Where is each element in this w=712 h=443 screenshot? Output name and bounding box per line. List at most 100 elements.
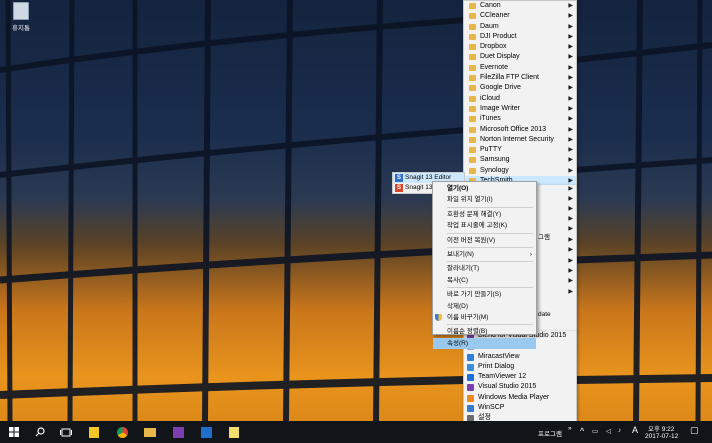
context-restore-versions[interactable]: 이전 버전 복원(V) bbox=[433, 235, 536, 246]
printer-icon bbox=[467, 363, 474, 371]
menu-item-dji-product[interactable]: DJI Product ▶ bbox=[464, 32, 576, 42]
desktop-wallpaper bbox=[0, 0, 712, 443]
menu-item-visual-studio[interactable]: Visual Studio 2015 bbox=[464, 382, 576, 392]
menu-item-synology[interactable]: Synology ▶ bbox=[464, 166, 576, 176]
context-create-shortcut[interactable]: 바로 가기 만들기(S) bbox=[433, 289, 536, 300]
menu-item-icloud[interactable]: iCloud ▶ bbox=[464, 94, 576, 104]
submenu-arrow-icon: ▶ bbox=[568, 216, 573, 222]
submenu-arrow-icon: ▶ bbox=[568, 23, 573, 30]
submenu-arrow-icon: ▶ bbox=[568, 247, 573, 253]
submenu-arrow-icon: ▶ bbox=[568, 147, 573, 154]
submenu-arrow-icon: ▶ bbox=[568, 167, 573, 174]
speaker-icon[interactable]: ♪ bbox=[618, 427, 621, 434]
shield-icon bbox=[435, 313, 442, 321]
submenu-arrow-icon: ▶ bbox=[568, 75, 573, 82]
sound-icon[interactable]: ◁ bbox=[606, 427, 611, 435]
submenu-arrow-icon: ▶ bbox=[568, 136, 573, 143]
menu-item-itunes[interactable]: iTunes ▶ bbox=[464, 114, 576, 124]
submenu-arrow-icon: ▶ bbox=[568, 278, 573, 284]
menu-item-image-writer[interactable]: Image Writer ▶ bbox=[464, 104, 576, 114]
submenu-arrow-icon: ▶ bbox=[568, 33, 573, 40]
menu-item-duet-display[interactable]: Duet Display ▶ bbox=[464, 52, 576, 62]
chevron-double-icon[interactable]: » bbox=[568, 425, 572, 432]
submenu-arrow-icon: ▶ bbox=[568, 126, 573, 133]
windows-logo-icon bbox=[9, 427, 19, 437]
submenu-arrow-icon: ▶ bbox=[568, 206, 573, 212]
context-troubleshoot[interactable]: 호환성 문제 해결(Y) bbox=[433, 209, 536, 220]
teamviewer-icon bbox=[467, 374, 474, 382]
taskbar-file-explorer[interactable] bbox=[138, 421, 162, 443]
folder-icon bbox=[469, 3, 476, 9]
menu-item-filezilla[interactable]: FileZilla FTP Client ▶ bbox=[464, 73, 576, 83]
menu-item-dropbox[interactable]: Dropbox ▶ bbox=[464, 42, 576, 52]
menu-item-google-drive[interactable]: Google Drive ▶ bbox=[464, 83, 576, 93]
submenu-arrow-icon: ▶ bbox=[568, 116, 573, 123]
menu-separator bbox=[447, 232, 533, 234]
taskbar-chrome[interactable] bbox=[110, 421, 134, 443]
programs-toolbar-label[interactable]: 프로그램 bbox=[538, 428, 562, 438]
chevron-up-icon[interactable]: ^ bbox=[580, 426, 584, 436]
submenu-arrow-icon: ▶ bbox=[568, 54, 573, 61]
context-menu: 열기(O) 파일 위치 열기(I) 호환성 문제 해결(Y) 작업 표시줄에 고… bbox=[432, 181, 537, 350]
menu-item-windows-media-player[interactable]: Windows Media Player bbox=[464, 393, 576, 403]
taskbar: 프로그램 » ^ ▭ ◁ ♪ A 오후 9:22 2017-07-12 ▢ bbox=[0, 421, 712, 443]
folder-icon bbox=[469, 116, 476, 123]
folder-icon bbox=[469, 64, 476, 71]
folder-icon bbox=[469, 85, 476, 92]
media-player-icon bbox=[467, 394, 474, 402]
submenu-arrow-icon: ▶ bbox=[568, 237, 573, 243]
menu-item-print-dialog[interactable]: Print Dialog bbox=[464, 362, 576, 372]
visual-studio-icon bbox=[467, 384, 474, 392]
winscp-icon bbox=[467, 405, 474, 413]
submenu-arrow-icon: ▶ bbox=[568, 289, 573, 295]
folder-icon bbox=[469, 167, 476, 174]
recycle-bin-icon[interactable]: 휴지통 bbox=[4, 2, 38, 32]
menu-item-office-2013[interactable]: Microsoft Office 2013 ▶ bbox=[464, 125, 576, 135]
context-open[interactable]: 열기(O) bbox=[433, 183, 536, 194]
taskbar-notes[interactable] bbox=[222, 421, 246, 443]
submenu-arrow-icon: ▶ bbox=[568, 186, 573, 192]
context-properties[interactable]: 속성(R) bbox=[433, 337, 536, 350]
context-copy[interactable]: 복사(C) bbox=[433, 275, 536, 286]
menu-separator bbox=[447, 206, 533, 208]
menu-item-teamviewer[interactable]: TeamViewer 12 bbox=[464, 372, 576, 382]
context-open-location[interactable]: 파일 위치 열기(I) bbox=[433, 194, 536, 205]
partial-label-update: date bbox=[538, 311, 551, 318]
note-icon bbox=[229, 426, 239, 438]
folder-icon bbox=[469, 33, 476, 40]
submenu-arrow-icon: ▶ bbox=[568, 105, 573, 112]
start-button[interactable] bbox=[2, 421, 26, 443]
clock-date[interactable]: 2017-07-12 bbox=[645, 433, 678, 440]
folder-icon bbox=[469, 13, 476, 20]
taskbar-visual-studio[interactable] bbox=[166, 421, 190, 443]
clock-time[interactable]: 오후 9:22 bbox=[648, 423, 674, 433]
search-button[interactable] bbox=[28, 421, 52, 443]
task-view-button[interactable] bbox=[54, 421, 78, 443]
menu-item-ccleaner[interactable]: CCleaner ▶ bbox=[464, 11, 576, 21]
menu-item-winscp[interactable]: WinSCP bbox=[464, 403, 576, 413]
menu-item-putty[interactable]: PuTTY ▶ bbox=[464, 145, 576, 155]
context-sort-by-name[interactable]: 이름순 정렬(B) bbox=[433, 326, 536, 337]
partial-label-programs: 그램 bbox=[538, 234, 550, 241]
snagit-editor-icon: S bbox=[395, 174, 403, 182]
context-cut[interactable]: 잘라내기(T) bbox=[433, 263, 536, 274]
taskbar-outlook[interactable] bbox=[194, 421, 218, 443]
context-pin-taskbar[interactable]: 작업 표시줄에 고정(K) bbox=[433, 220, 536, 231]
notification-icon[interactable]: ▢ bbox=[690, 425, 699, 436]
ime-indicator[interactable]: A bbox=[632, 425, 638, 435]
miracast-icon bbox=[467, 353, 474, 361]
network-icon[interactable]: ▭ bbox=[592, 427, 598, 435]
menu-item-samsung[interactable]: Samsung ▶ bbox=[464, 155, 576, 165]
folder-icon bbox=[469, 147, 476, 154]
menu-item-miracastview[interactable]: MiracastView bbox=[464, 352, 576, 362]
menu-item-norton[interactable]: Norton Internet Security ▶ bbox=[464, 135, 576, 145]
menu-item-canon[interactable]: Canon ▶ bbox=[464, 1, 576, 11]
context-delete[interactable]: 삭제(D) bbox=[433, 301, 536, 312]
taskbar-sticky-notes[interactable] bbox=[82, 421, 106, 443]
menu-separator bbox=[447, 324, 533, 326]
context-send-to[interactable]: 보내기(N) › bbox=[433, 249, 536, 260]
menu-item-evernote[interactable]: Evernote ▶ bbox=[464, 63, 576, 73]
programs-menu: Canon ▶ CCleaner ▶ Daum ▶ DJI Product ▶ Drop… bbox=[463, 0, 577, 187]
menu-item-daum[interactable]: Daum ▶ bbox=[464, 22, 576, 32]
context-rename[interactable]: 이름 바꾸기(M) bbox=[433, 312, 536, 323]
